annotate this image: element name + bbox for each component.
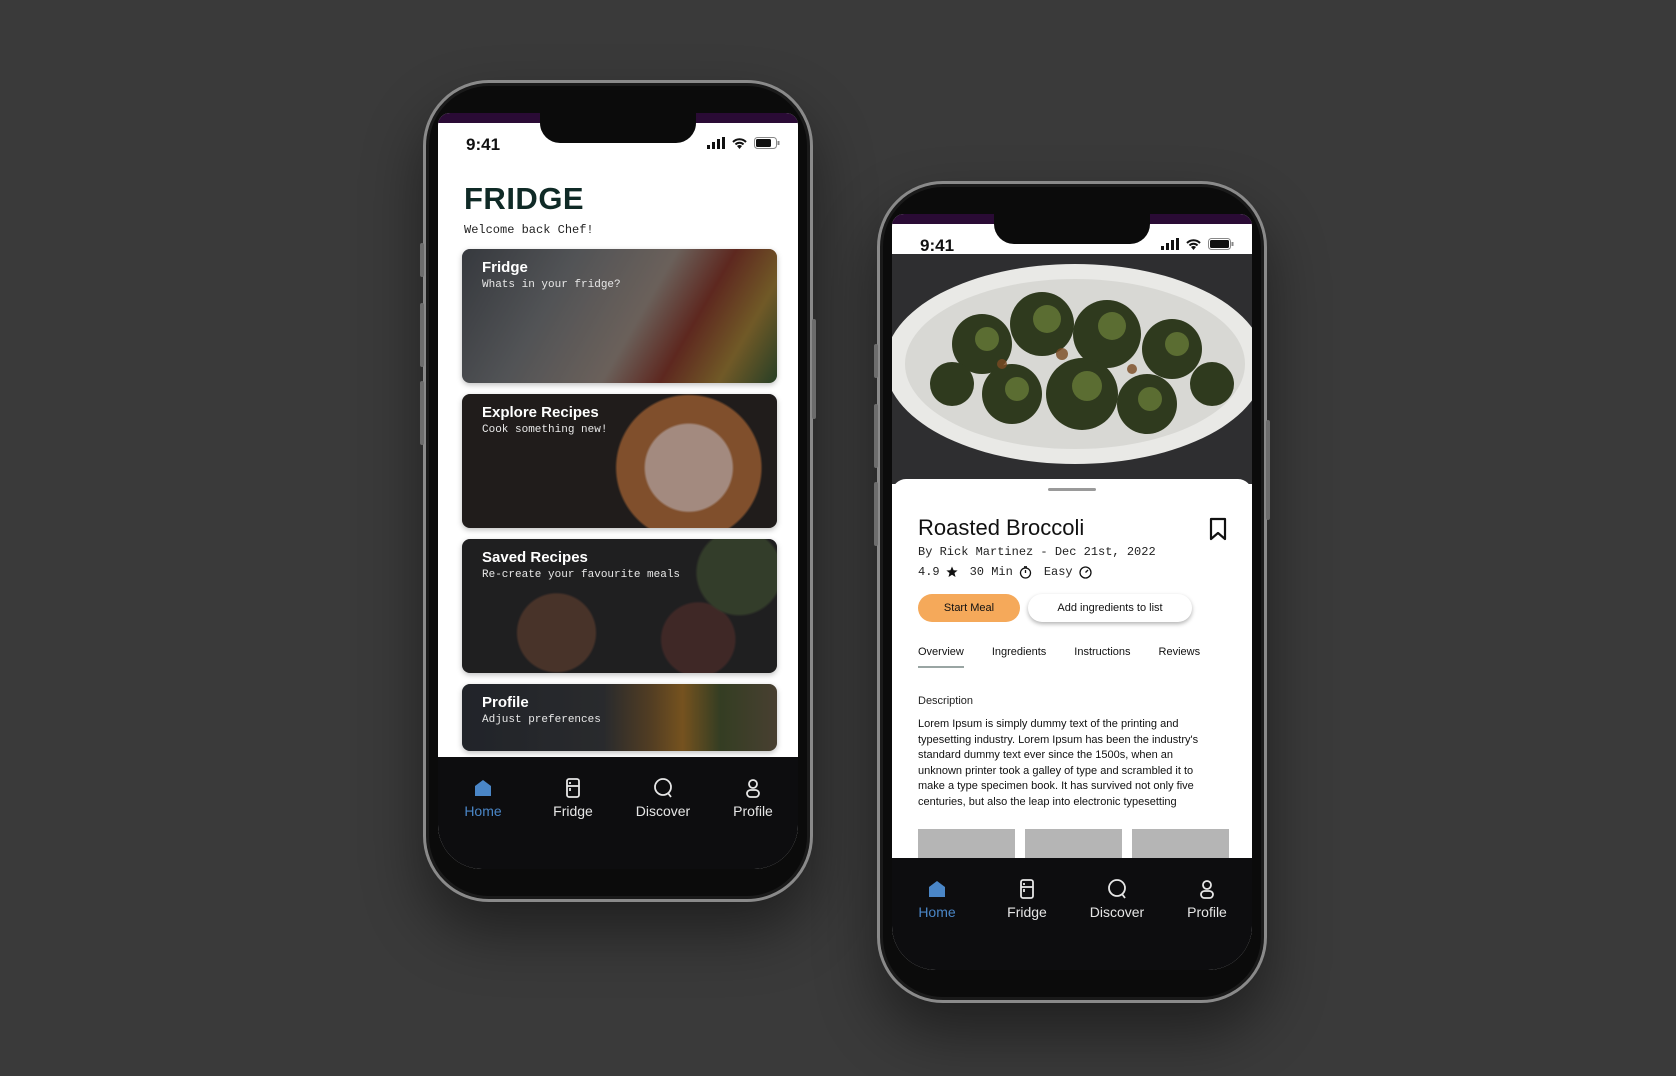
recipe-meta: 4.9 30 Min Easy [918, 565, 1092, 579]
nav-label: Profile [1187, 904, 1227, 920]
fridge-screen: 9:41 FRIDGE Welcome back Chef! Fridge Wh… [438, 113, 798, 869]
battery-icon [1208, 238, 1234, 250]
card-title: Saved Recipes [482, 549, 588, 566]
card-fridge[interactable]: Fridge Whats in your fridge? [462, 249, 777, 383]
recipe-screen: 9:41 Roasted Broccoli By Rick Martinez -… [892, 214, 1252, 970]
card-subtitle: Cook something new! [482, 424, 608, 436]
page-title: FRIDGE [464, 181, 585, 216]
page-subtitle: Welcome back Chef! [464, 223, 594, 237]
wifi-icon [1186, 239, 1201, 250]
tab-reviews[interactable]: Reviews [1159, 646, 1201, 658]
add-ingredients-button[interactable]: Add ingredients to list [1028, 594, 1192, 622]
start-meal-button[interactable]: Start Meal [918, 594, 1020, 622]
search-icon [1108, 879, 1126, 899]
time-value: 30 Min [969, 565, 1013, 579]
nav-label: Fridge [553, 803, 593, 819]
notch [540, 113, 696, 143]
signal-icon [707, 137, 725, 149]
tab-overview[interactable]: Overview [918, 646, 964, 668]
recipe-byline: By Rick Martinez - Dec 21st, 2022 [918, 545, 1156, 559]
bottom-nav: Home Fridge Discover Profile [892, 858, 1252, 970]
nav-discover[interactable]: Discover [623, 777, 703, 869]
nav-label: Discover [635, 803, 691, 819]
nav-profile[interactable]: Profile [1167, 878, 1247, 970]
signal-icon [1161, 238, 1179, 250]
status-icons [1161, 238, 1234, 250]
card-saved-recipes[interactable]: Saved Recipes Re-create your favourite m… [462, 539, 777, 673]
phone-fridge: 9:41 FRIDGE Welcome back Chef! Fridge Wh… [420, 80, 816, 902]
card-subtitle: Re-create your favourite meals [482, 569, 681, 581]
tab-instructions[interactable]: Instructions [1074, 646, 1130, 658]
status-icons [707, 137, 780, 149]
status-time: 9:41 [466, 135, 501, 154]
nav-label: Fridge [1007, 904, 1047, 920]
person-icon [746, 779, 760, 798]
nav-fridge[interactable]: Fridge [533, 777, 613, 869]
battery-icon [754, 137, 780, 149]
nav-fridge[interactable]: Fridge [987, 878, 1067, 970]
nav-label: Profile [733, 803, 773, 819]
recipe-hero-image [892, 254, 1252, 484]
home-icon [929, 881, 945, 897]
card-profile[interactable]: Profile Adjust preferences [462, 684, 777, 751]
search-icon [654, 778, 672, 798]
tab-ingredients[interactable]: Ingredients [992, 646, 1046, 658]
wifi-icon [732, 138, 747, 149]
fridge-icon [566, 778, 580, 798]
recipe-title: Roasted Broccoli [918, 515, 1085, 540]
fridge-icon [1020, 879, 1034, 899]
notch [994, 214, 1150, 244]
nav-label: Home [918, 904, 956, 920]
card-title: Profile [482, 694, 529, 711]
nav-label: Home [464, 803, 502, 819]
gauge-icon [1078, 565, 1092, 579]
timer-icon [1019, 565, 1031, 579]
home-icon [475, 780, 491, 796]
nav-home[interactable]: Home [897, 878, 977, 970]
description-text: Lorem Ipsum is simply dummy text of the … [918, 718, 1199, 808]
recipe-tabs: Overview Ingredients Instructions Review… [918, 646, 1228, 668]
recipe-sheet: Roasted Broccoli By Rick Martinez - Dec … [892, 479, 1252, 889]
nav-profile[interactable]: Profile [713, 777, 793, 869]
status-time: 9:41 [920, 236, 955, 255]
nav-label: Discover [1089, 904, 1145, 920]
broccoli-plate-image [892, 254, 1252, 484]
star-icon [946, 566, 958, 577]
bookmark-icon[interactable] [1208, 517, 1228, 541]
person-icon [1200, 880, 1214, 899]
drag-handle[interactable] [1048, 488, 1096, 491]
card-title: Explore Recipes [482, 404, 599, 421]
phone-recipe: 9:41 Roasted Broccoli By Rick Martinez -… [874, 181, 1270, 1003]
card-title: Fridge [482, 259, 528, 276]
card-explore-recipes[interactable]: Explore Recipes Cook something new! [462, 394, 777, 528]
nav-discover[interactable]: Discover [1077, 878, 1157, 970]
nav-home[interactable]: Home [443, 777, 523, 869]
card-subtitle: Adjust preferences [482, 714, 601, 726]
rating-value: 4.9 [918, 565, 940, 579]
description-heading: Description [918, 695, 974, 707]
bottom-nav: Home Fridge Discover Profile [438, 757, 798, 869]
card-subtitle: Whats in your fridge? [482, 279, 621, 291]
difficulty-value: Easy [1043, 565, 1073, 579]
